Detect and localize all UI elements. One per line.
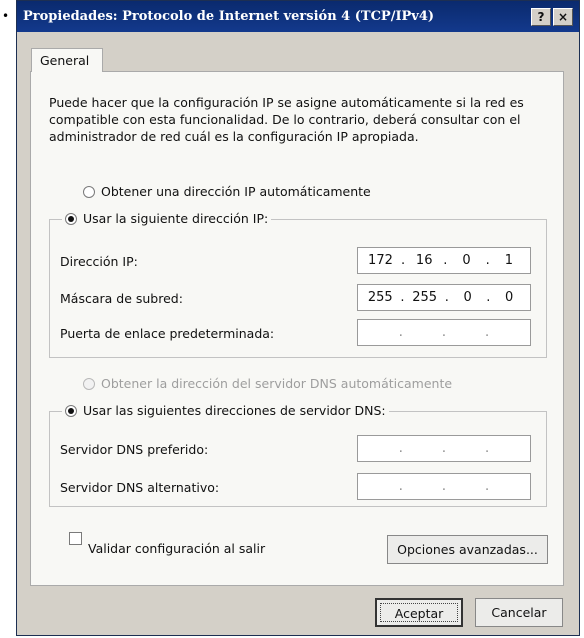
validate-on-exit-checkbox[interactable] — [69, 532, 82, 545]
default-gateway-label: Puerta de enlace predeterminada: — [60, 326, 275, 341]
general-panel: Puede hacer que la configuración IP se a… — [30, 71, 564, 586]
default-gateway-field[interactable]: . . . — [357, 319, 531, 346]
tab-general-label: General — [40, 53, 90, 68]
octet: 1 — [504, 253, 513, 268]
close-button[interactable]: × — [553, 8, 573, 26]
radio-obtain-ip-auto-label: Obtener una dirección IP automáticamente — [101, 184, 371, 199]
preferred-dns-field[interactable]: . . . — [357, 435, 531, 462]
octet: 0 — [505, 290, 514, 305]
ip-address-label: Dirección IP: — [60, 254, 138, 269]
ok-button[interactable]: Aceptar — [375, 598, 463, 627]
properties-dialog: Propiedades: Protocolo de Internet versi… — [16, 0, 580, 636]
radio-obtain-dns-auto[interactable]: Obtener la dirección del servidor DNS au… — [83, 376, 452, 391]
alternate-dns-label: Servidor DNS alternativo: — [60, 480, 220, 495]
title-bar: Propiedades: Protocolo de Internet versi… — [17, 1, 579, 32]
radio-obtain-ip-auto[interactable]: Obtener una dirección IP automáticamente — [83, 184, 371, 199]
octet: 255 — [412, 290, 438, 305]
tab-general[interactable]: General — [31, 48, 103, 72]
preferred-dns-label: Servidor DNS preferido: — [60, 442, 209, 457]
description-text: Puede hacer que la configuración IP se a… — [49, 95, 524, 144]
octet: 0 — [463, 290, 472, 305]
cancel-button[interactable]: Cancelar — [475, 598, 563, 627]
octet: 0 — [462, 253, 471, 268]
ip-address-field[interactable]: 172. 16. 0. 1 — [357, 247, 531, 274]
focus-rect — [380, 603, 458, 622]
radio-obtain-dns-auto-label: Obtener la dirección del servidor DNS au… — [101, 376, 453, 391]
radio-use-following-dns-label: Usar las siguientes direcciones de servi… — [83, 403, 386, 418]
validate-on-exit-label: Validar configuración al salir — [88, 541, 266, 556]
subnet-mask-label: Máscara de subred: — [60, 291, 183, 306]
radio-use-following-dns[interactable]: Usar las siguientes direcciones de servi… — [62, 403, 389, 418]
alternate-dns-field[interactable]: . . . — [357, 473, 531, 500]
subnet-mask-field[interactable]: 255. 255. 0. 0 — [357, 284, 531, 311]
radio-use-following-ip-label: Usar la siguiente dirección IP: — [83, 211, 269, 226]
radio-circle-selected — [65, 212, 77, 225]
radio-circle — [83, 185, 95, 198]
list-bullet: • — [2, 9, 10, 23]
radio-circle — [83, 377, 95, 390]
help-button[interactable]: ? — [531, 8, 551, 26]
octet: 172 — [368, 253, 393, 268]
window-title: Propiedades: Protocolo de Internet versi… — [23, 9, 435, 24]
radio-use-following-ip[interactable]: Usar la siguiente dirección IP: — [62, 211, 272, 226]
advanced-options-button[interactable]: Opciones avanzadas... — [387, 535, 548, 564]
octet: 16 — [415, 253, 433, 268]
octet: 255 — [367, 290, 393, 305]
radio-circle-selected — [65, 404, 77, 417]
